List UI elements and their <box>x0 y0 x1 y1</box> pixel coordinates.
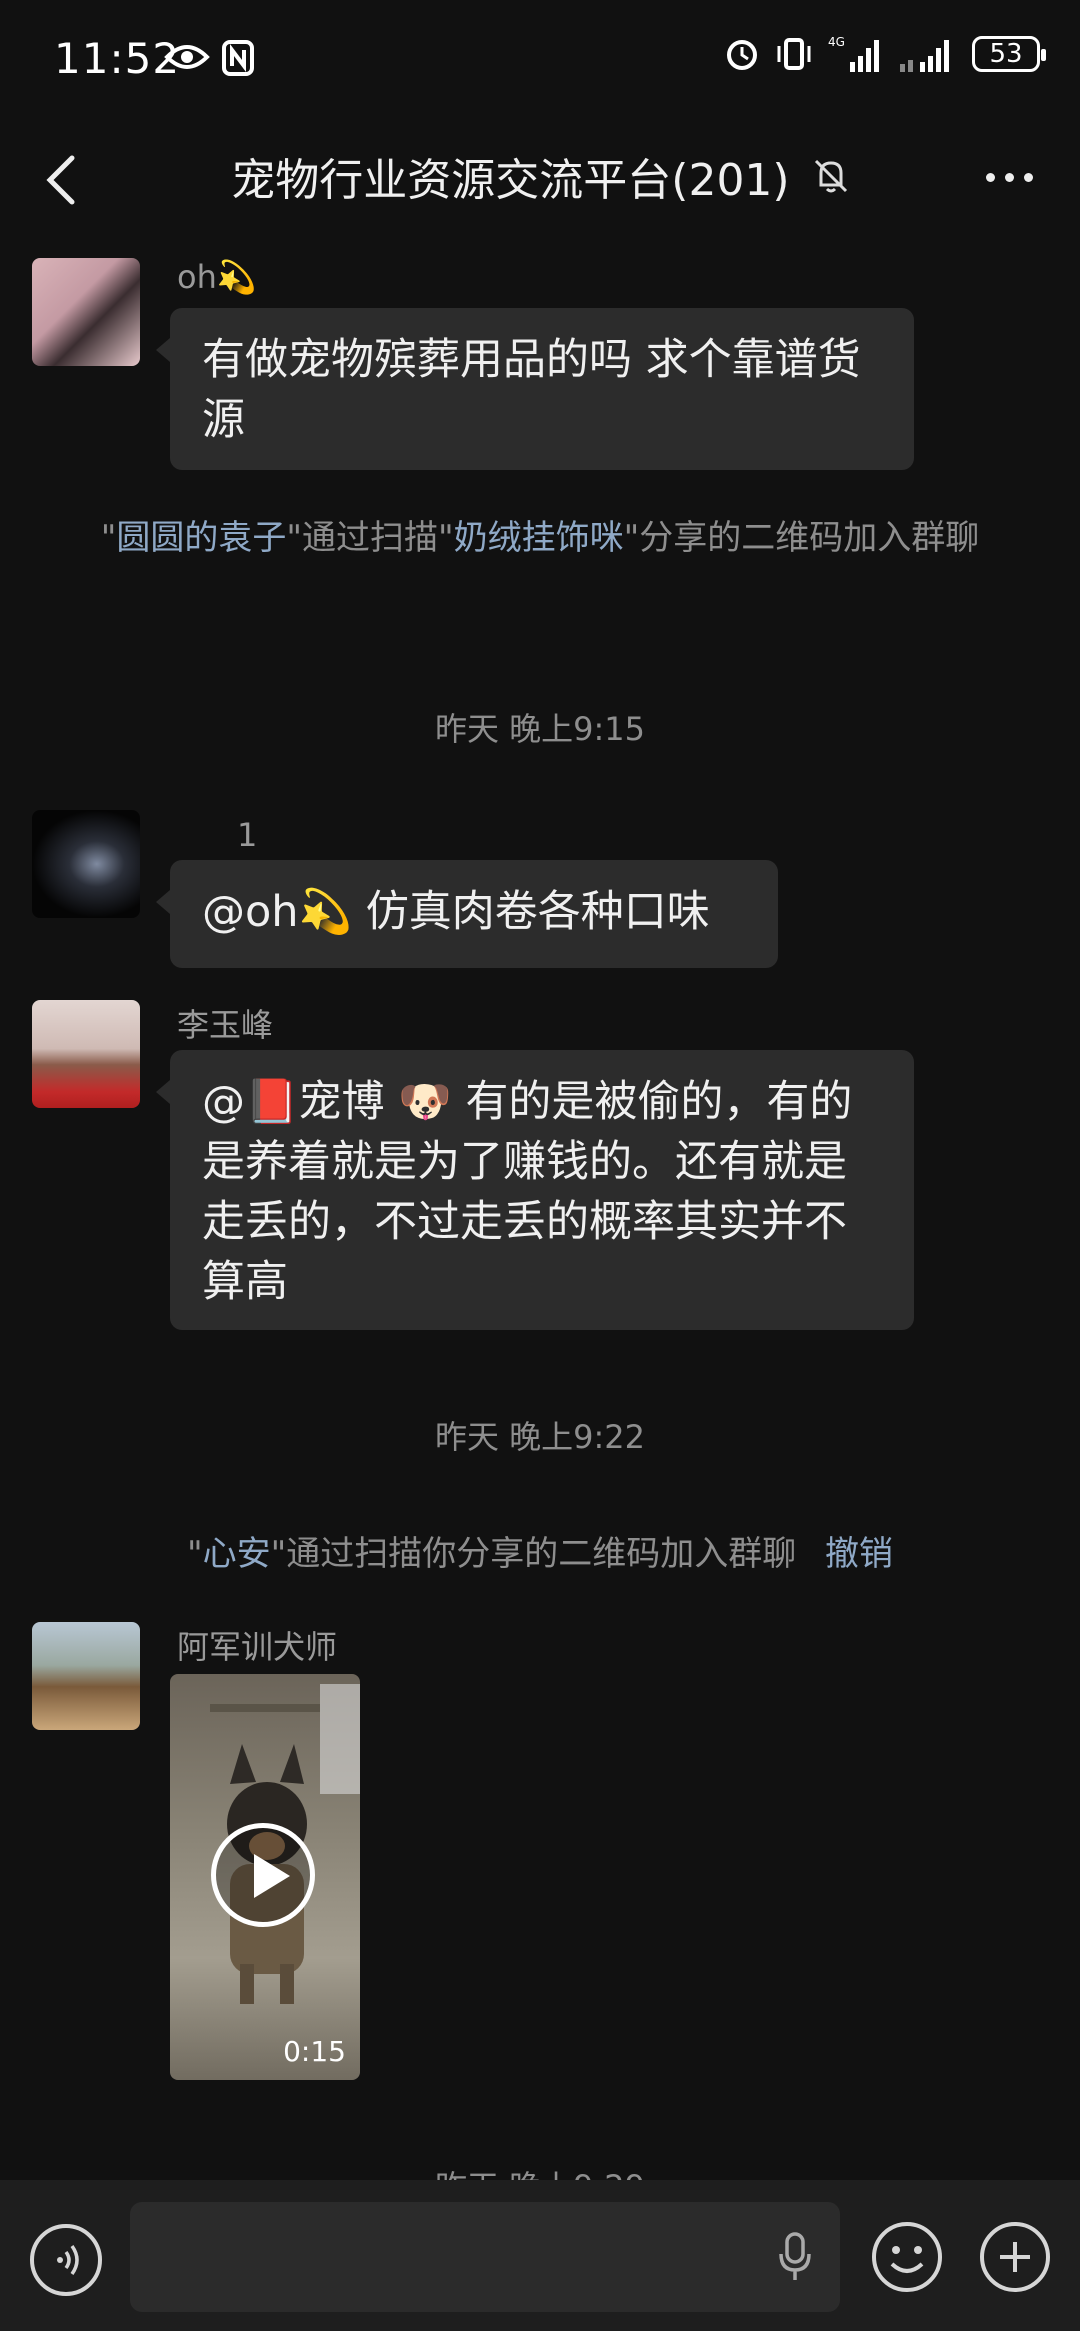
sender-name: 1 <box>237 816 258 854</box>
more-dots-icon[interactable] <box>986 162 1046 192</box>
bell-off-icon <box>814 159 847 193</box>
message-bubble[interactable]: @oh💫 仿真肉卷各种口味 <box>156 860 778 968</box>
chat-title: 宠物行业资源交流平台(201) <box>231 155 790 206</box>
message-bubble[interactable]: 有做宠物殡葬用品的吗 求个靠谱货源 <box>156 308 914 470</box>
plus-icon[interactable] <box>978 2220 1052 2294</box>
system-join-notice: "心安"通过扫描你分享的二维码加入群聊 撤销 <box>186 1534 894 1574</box>
svg-text:4G: 4G <box>828 35 845 49</box>
user-link[interactable]: 圆圆的袁子 <box>116 518 286 558</box>
nfc-icon <box>222 40 254 76</box>
status-bar: 11:52 4G 53 <box>0 0 1080 120</box>
status-time: 11:52 <box>54 34 181 83</box>
video-message[interactable]: 0:15 <box>170 1674 360 2080</box>
user-link[interactable]: 奶绒挂饰咪 <box>454 518 624 558</box>
timestamp: 昨天 晚上9:22 <box>434 1418 646 1456</box>
emoji-icon[interactable] <box>870 2220 944 2294</box>
video-duration: 0:15 <box>283 2035 346 2068</box>
sender-name: 李玉峰 <box>177 1006 274 1044</box>
input-bar <box>0 2180 1080 2331</box>
vibrate-icon <box>777 38 811 70</box>
avatar[interactable] <box>32 1622 140 1730</box>
sender-name: oh💫 <box>177 258 257 296</box>
message-bubble[interactable]: @📕宠博 🐶 有的是被偷的，有的是养着就是为了赚钱的。还有就是走丢的，不过走丢的… <box>156 1050 914 1330</box>
battery-indicator: 53 <box>972 36 1046 72</box>
voice-icon[interactable] <box>30 2224 102 2296</box>
avatar[interactable] <box>32 258 140 366</box>
timestamp: 昨天 晚上9:29 <box>0 2162 1080 2180</box>
mic-icon[interactable] <box>778 2232 812 2282</box>
timestamp: 昨天 晚上9:15 <box>434 710 646 748</box>
eye-icon <box>164 45 210 69</box>
system-join-notice: "圆圆的袁子"通过扫描"奶绒挂饰咪"分享的二维码加入群聊 <box>100 518 980 558</box>
alarm-icon <box>727 40 757 70</box>
user-link[interactable]: 心安 <box>203 1534 271 1574</box>
avatar[interactable] <box>32 810 140 918</box>
signal-4g-icon: 4G <box>828 35 879 72</box>
chat-header: 宠物行业资源交流平台(201) <box>0 120 1080 230</box>
message-input[interactable] <box>130 2202 840 2312</box>
signal-icon <box>900 40 949 72</box>
sender-name: 阿军训犬师 <box>177 1628 338 1666</box>
avatar[interactable] <box>32 1000 140 1108</box>
revoke-link[interactable]: 撤销 <box>825 1534 893 1574</box>
play-icon[interactable] <box>211 1823 315 1927</box>
